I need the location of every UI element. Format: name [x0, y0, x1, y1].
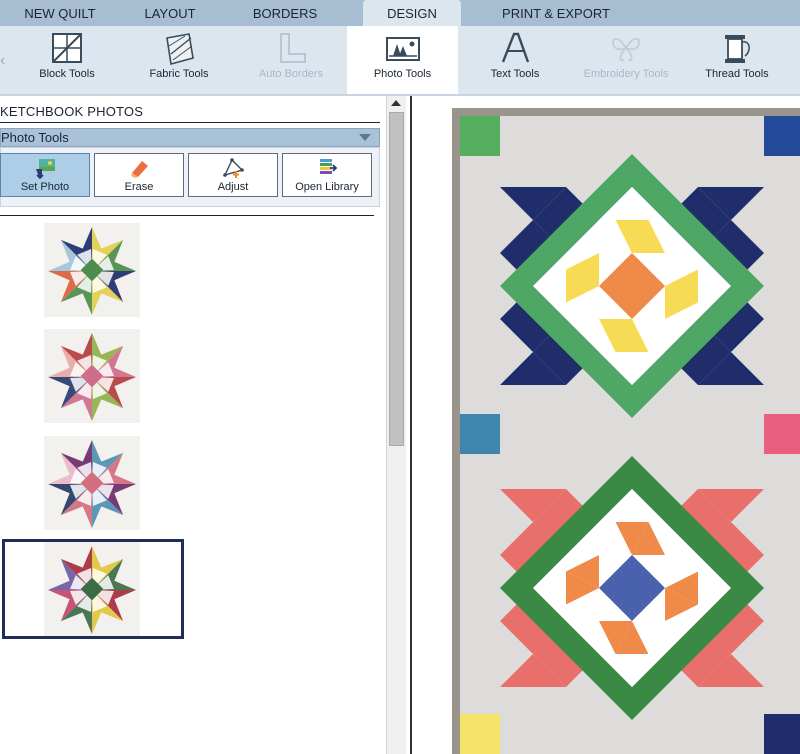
sketchbook-photos-panel: KETCHBOOK PHOTOS Photo Tools Set Photo E… [0, 96, 384, 754]
tab-new-quilt[interactable]: NEW QUILT [12, 0, 108, 26]
design-toolbar: ‹ Block Tools Fabric Tools Auto Borders … [0, 26, 800, 94]
embroidery-tools-button[interactable]: Embroidery Tools [578, 26, 674, 94]
thread-tools-icon [725, 35, 750, 63]
photo-thumbnail-image [44, 329, 140, 423]
embroidery-tools-label: Embroidery Tools [583, 68, 669, 80]
adjust-icon [223, 158, 244, 178]
auto-borders-button[interactable]: Auto Borders [246, 26, 336, 94]
fabric-tools-button[interactable]: Fabric Tools [134, 26, 224, 94]
block-tools-icon [52, 33, 82, 63]
photo-tools-label: Photo Tools [373, 68, 432, 80]
scroll-up-arrow-icon[interactable] [391, 100, 401, 106]
text-tools-button[interactable]: Text Tools [470, 26, 560, 94]
thread-tools-button[interactable]: Thread Tools [692, 26, 782, 94]
photo-tools-icon [385, 37, 420, 61]
set-photo-icon [36, 159, 55, 179]
quilt-preview[interactable] [452, 108, 800, 754]
auto-borders-icon [280, 33, 306, 63]
section-title: Photo Tools [1, 130, 69, 145]
block-tools-button[interactable]: Block Tools [22, 26, 112, 94]
photo-tools-section-header[interactable]: Photo Tools [0, 128, 380, 147]
open-library-icon [320, 159, 338, 174]
fabric-tools-label: Fabric Tools [149, 68, 209, 80]
text-tools-label: Text Tools [490, 68, 540, 80]
tab-layout[interactable]: LAYOUT [132, 0, 208, 26]
text-tools-icon [501, 32, 530, 63]
photo-list-divider [0, 215, 374, 216]
fabric-tools-icon [166, 33, 194, 66]
tab-design[interactable]: DESIGN [363, 0, 461, 26]
photo-thumbnail[interactable] [44, 436, 140, 530]
erase-button[interactable]: Erase [94, 153, 184, 197]
main-tab-bar: NEW QUILT LAYOUT BORDERS DESIGN PRINT & … [0, 0, 800, 26]
collapse-caret-icon[interactable] [359, 134, 371, 141]
erase-label: Erase [124, 181, 154, 193]
scrollbar-thumb[interactable] [389, 112, 404, 446]
open-library-button[interactable]: Open Library [282, 153, 372, 197]
panel-scrollbar[interactable] [386, 96, 406, 754]
photo-thumbnail-image [44, 223, 140, 317]
set-photo-button[interactable]: Set Photo [0, 153, 90, 197]
quilt-design-area[interactable] [410, 96, 800, 754]
photo-thumbnail[interactable] [44, 223, 140, 317]
erase-icon [131, 161, 148, 178]
app-window: NEW QUILT LAYOUT BORDERS DESIGN PRINT & … [0, 0, 800, 754]
thread-tools-label: Thread Tools [705, 68, 769, 80]
photo-tools-button[interactable]: Photo Tools [347, 26, 458, 94]
photo-thumbnail[interactable] [44, 329, 140, 423]
open-library-label: Open Library [295, 181, 359, 193]
panel-title-underline [0, 122, 380, 123]
tab-borders[interactable]: BORDERS [246, 0, 324, 26]
auto-borders-label: Auto Borders [258, 68, 324, 80]
photo-thumbnail[interactable] [44, 542, 140, 636]
block-tools-label: Block Tools [39, 68, 95, 80]
adjust-button[interactable]: Adjust [188, 153, 278, 197]
adjust-label: Adjust [217, 181, 249, 193]
embroidery-tools-icon [612, 37, 640, 62]
set-photo-label: Set Photo [20, 181, 70, 193]
photo-thumbnail-image [44, 542, 140, 636]
panel-title: KETCHBOOK PHOTOS [0, 104, 144, 119]
scroll-left-arrow-icon[interactable]: ‹ [0, 46, 10, 76]
photo-tools-button-row: Set Photo Erase Adjust Open Library [0, 147, 380, 207]
photo-thumbnail-image [44, 436, 140, 530]
tab-print-export[interactable]: PRINT & EXPORT [494, 0, 618, 26]
